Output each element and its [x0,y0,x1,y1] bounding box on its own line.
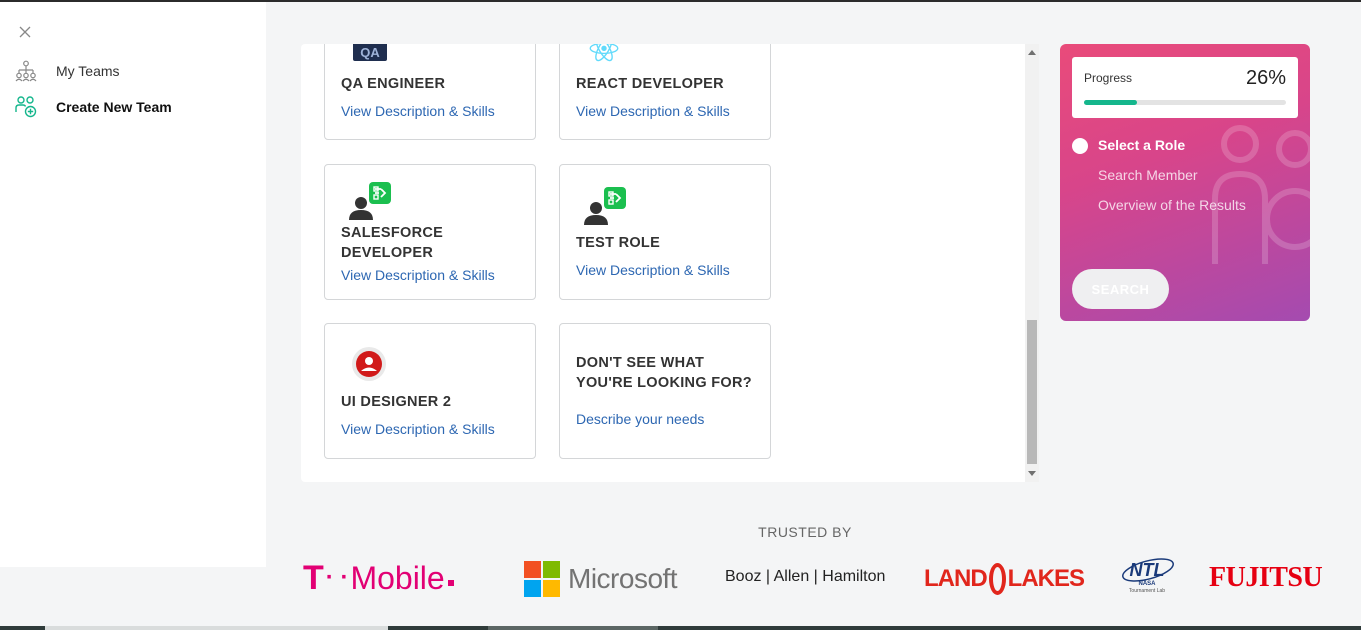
role-card-qa-engineer[interactable]: QA QA ENGINEER View Description & Skills [324,44,536,140]
microsoft-windows-icon [524,561,560,597]
react-icon [589,44,619,62]
t-mobile-logo-dots: · · [325,564,349,591]
ntl-logo-text: NTL [1129,560,1165,580]
progress-label: Progress [1084,71,1133,85]
sidebar-item-label: Create New Team [56,99,172,115]
describe-needs-link[interactable]: Describe your needs [576,411,704,427]
roles-scrollbar[interactable] [1025,44,1039,482]
step-active-dot-icon [1072,138,1088,154]
t-mobile-logo: T · · Mobile [303,558,493,598]
land-o-lakes-o-icon [988,563,1006,595]
scroll-down-arrow-icon[interactable] [1028,471,1036,476]
view-description-link[interactable]: View Description & Skills [576,262,730,278]
developer-role-icon [349,182,391,220]
t-mobile-logo-text: Mobile [350,559,445,596]
taskbar-strip [0,626,1361,630]
role-title: QA ENGINEER [341,76,446,92]
fujitsu-logo: FUJITSU [1209,562,1323,593]
role-title: UI DESIGNER 2 [341,394,452,410]
ntl-logo-subtitle: Tournament Lab [1128,588,1166,594]
ntl-nasa-logo: NTL NASA Tournament Lab [1114,555,1180,603]
progress-box: Progress 26% [1072,57,1298,118]
role-title: TEST ROLE [576,235,661,251]
progress-value: 26% [1245,67,1286,89]
role-card-salesforce-developer[interactable]: SALESFORCE DEVELOPER View Description & … [324,164,536,300]
qa-icon-text: QA [360,45,380,60]
land-o-lakes-logo-left: LAND [924,565,988,592]
scroll-up-arrow-icon[interactable] [1028,50,1036,55]
booz-allen-hamilton-logo: Booz | Allen | Hamilton [725,568,886,585]
progress-track [1084,100,1286,105]
t-mobile-logo-t: T [303,558,324,597]
scroll-thumb[interactable] [1027,320,1037,464]
step-search-member: Search Member [1098,167,1198,183]
sidebar-item-create-new-team[interactable]: Create New Team [14,94,172,120]
ntl-logo-nasa: NASA [1138,581,1156,587]
sidebar-item-my-teams[interactable]: My Teams [14,58,120,84]
team-hierarchy-icon [15,60,37,82]
progress-fill [1084,100,1137,105]
role-card-custom-request[interactable]: DON'T SEE WHAT YOU'RE LOOKING FOR? Descr… [559,323,771,459]
view-description-link[interactable]: View Description & Skills [341,267,495,283]
role-card-ui-designer-2[interactable]: UI DESIGNER 2 View Description & Skills [324,323,536,459]
role-title: SALESFORCE DEVELOPER [341,225,444,261]
trusted-by-heading: TRUSTED BY [758,524,852,540]
sidebar-item-label: My Teams [56,63,120,79]
role-card-react-developer[interactable]: REACT DEVELOPER View Description & Skill… [559,44,771,140]
role-title: DON'T SEE WHAT YOU'RE LOOKING FOR? [576,355,752,391]
close-icon[interactable] [17,24,33,40]
taskbar-segment [45,626,388,630]
t-mobile-logo-square [447,580,454,586]
role-title: REACT DEVELOPER [576,76,724,92]
microsoft-logo: Microsoft [524,560,699,598]
view-description-link[interactable]: View Description & Skills [341,103,495,119]
view-description-link[interactable]: View Description & Skills [341,421,495,437]
sidebar: My Teams Create New Team [0,2,266,567]
land-o-lakes-logo: LAND LAKES [924,560,1085,598]
step-overview-results: Overview of the Results [1098,197,1246,213]
qa-icon: QA [353,44,387,61]
add-team-icon [15,96,37,118]
role-selection-panel: QA QA ENGINEER View Description & Skills… [301,44,1039,482]
land-o-lakes-logo-right: LAKES [1007,565,1085,592]
microsoft-logo-text: Microsoft [568,563,678,594]
developer-role-icon [584,187,626,225]
designer-role-icon [352,347,386,381]
view-description-link[interactable]: View Description & Skills [576,103,730,119]
step-select-role: Select a Role [1098,137,1186,153]
role-card-test-role[interactable]: TEST ROLE View Description & Skills [559,164,771,300]
search-button[interactable]: SEARCH [1072,269,1169,309]
taskbar-segment [488,626,658,630]
progress-panel: Progress 26% Select a Role Search Member… [1060,44,1310,321]
